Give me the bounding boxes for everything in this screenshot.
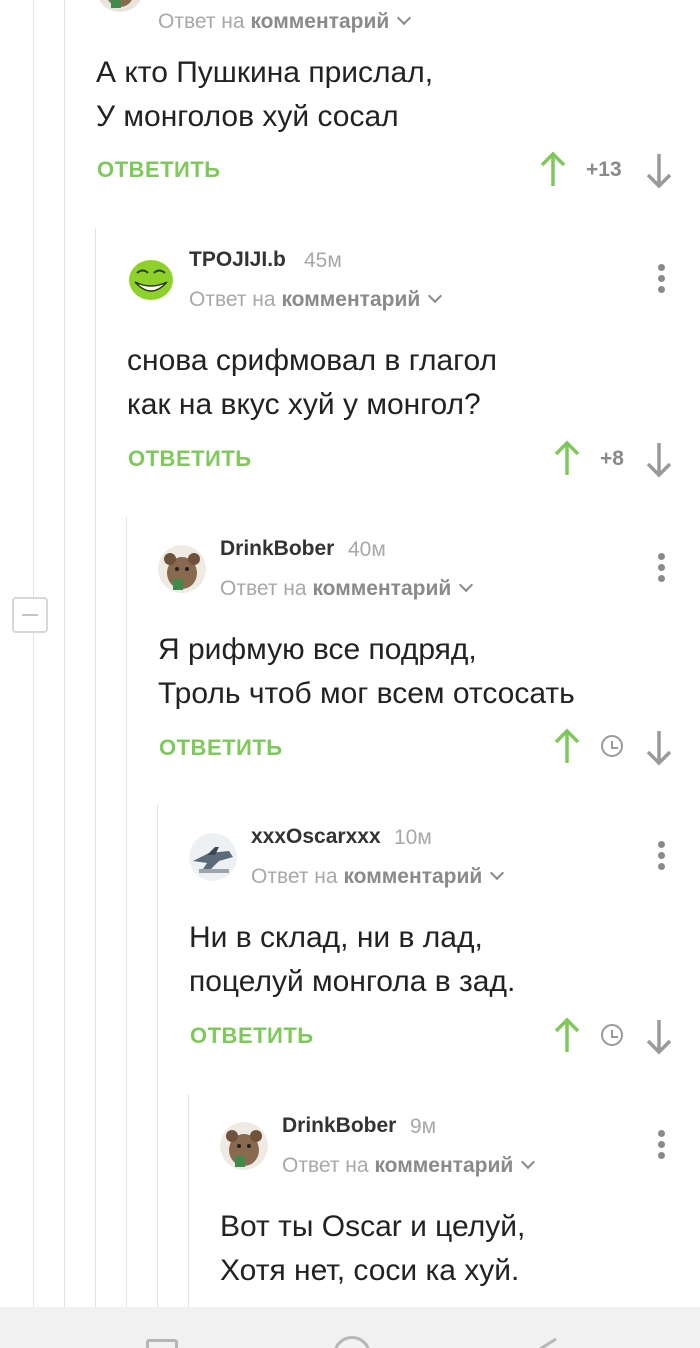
comment-line: как на вкус хуй у монгол? <box>127 388 481 421</box>
reply-to-label: Ответ на комментарий <box>220 577 474 601</box>
arrow-up-icon[interactable] <box>552 439 582 479</box>
comment-time: 45м <box>304 249 342 272</box>
arrow-up-icon[interactable] <box>552 1016 582 1056</box>
comment-line: У монголов хуй сосал <box>96 100 399 133</box>
reply-button[interactable]: ОТВЕТИТЬ <box>97 157 221 183</box>
more-vertical-icon[interactable] <box>658 1130 666 1163</box>
username[interactable]: DrinkBober <box>282 1114 396 1138</box>
comment-text: А кто Пушкина прислал, У монголов хуй со… <box>96 51 433 139</box>
chevron-down-icon[interactable] <box>459 577 474 593</box>
comment-text: Вот ты Oscar и целуй, Хотя нет, соси ка … <box>220 1205 525 1293</box>
thread-line <box>188 1094 189 1308</box>
chevron-down-icon[interactable] <box>490 865 505 881</box>
thread-line <box>33 633 34 1308</box>
chevron-down-icon[interactable] <box>397 10 412 26</box>
comment-time: 10м <box>394 826 432 849</box>
chevron-down-icon[interactable] <box>521 1154 536 1170</box>
reply-button[interactable]: ОТВЕТИТЬ <box>159 735 283 761</box>
comment-line: снова срифмовал в глагол <box>127 344 497 377</box>
comment-header: DrinkBober 9м Ответ на комментарий <box>220 1114 680 1194</box>
reply-target-link[interactable]: комментарий <box>343 865 482 888</box>
reply-prefix: Ответ на <box>189 288 276 311</box>
recent-apps-icon[interactable] <box>146 1339 178 1348</box>
comment-line: Хотя нет, соси ка хуй. <box>220 1254 520 1287</box>
thread-line <box>157 805 158 1308</box>
back-icon[interactable] <box>528 1336 560 1348</box>
avatar[interactable] <box>220 1122 268 1170</box>
reply-button[interactable]: ОТВЕТИТЬ <box>190 1023 314 1049</box>
reply-prefix: Ответ на <box>158 10 245 33</box>
comment-line: Троль чтоб мог всем отсосать <box>158 677 575 710</box>
avatar[interactable] <box>189 833 237 881</box>
comment-text: снова срифмовал в глагол как на вкус хуй… <box>127 339 497 427</box>
arrow-up-icon[interactable] <box>538 150 568 190</box>
avatar[interactable] <box>96 0 144 12</box>
avatar[interactable] <box>127 256 175 304</box>
comment-time: 40м <box>348 538 386 561</box>
comment-line: Ни в склад, ни в лад, <box>189 921 483 954</box>
thread-line <box>95 228 96 1308</box>
collapse-thread-button[interactable] <box>12 597 48 633</box>
more-vertical-icon[interactable] <box>658 553 666 586</box>
comment-header: TPOJIJI.b 45м Ответ на комментарий <box>127 248 687 328</box>
arrow-up-icon[interactable] <box>552 727 582 767</box>
reply-prefix: Ответ на <box>282 1154 369 1177</box>
chevron-down-icon[interactable] <box>428 288 443 304</box>
thread-line <box>126 517 127 1308</box>
comment-time: 9м <box>410 1115 437 1138</box>
comment-line: Я рифмую все подряд, <box>158 633 477 666</box>
home-icon[interactable] <box>333 1336 371 1348</box>
more-vertical-icon[interactable] <box>658 841 666 874</box>
arrow-down-icon[interactable] <box>644 727 674 767</box>
arrow-down-icon[interactable] <box>644 1016 674 1056</box>
reply-prefix: Ответ на <box>251 865 338 888</box>
reply-button[interactable]: ОТВЕТИТЬ <box>128 446 252 472</box>
reply-to-label: Ответ на комментарий <box>158 10 412 34</box>
reply-target-link[interactable]: комментарий <box>312 577 451 600</box>
reply-to-label: Ответ на комментарий <box>282 1154 536 1178</box>
reply-to-label: Ответ на комментарий <box>251 865 505 889</box>
more-vertical-icon[interactable] <box>658 264 666 297</box>
avatar[interactable] <box>158 545 206 593</box>
reply-target-link[interactable]: комментарий <box>281 288 420 311</box>
reply-target-link[interactable]: комментарий <box>374 1154 513 1177</box>
score-value: +8 <box>600 447 624 470</box>
username[interactable]: DrinkBober <box>220 537 334 561</box>
arrow-down-icon[interactable] <box>644 439 674 479</box>
system-navigation-bar <box>0 1307 700 1348</box>
arrow-down-icon[interactable] <box>644 150 674 190</box>
comment-header: Ответ на комментарий <box>96 0 656 50</box>
thread-line <box>64 0 65 1308</box>
reply-target-link[interactable]: комментарий <box>250 10 389 33</box>
comment-text: Я рифмую все подряд, Троль чтоб мог всем… <box>158 628 575 716</box>
thread-line <box>33 0 34 597</box>
comment-header: DrinkBober 40м Ответ на комментарий <box>158 537 678 617</box>
comment-line: Вот ты Oscar и целуй, <box>220 1210 526 1243</box>
username[interactable]: xxxOscarxxx <box>251 825 381 849</box>
username[interactable]: TPOJIJI.b <box>189 248 286 272</box>
clock-icon <box>601 1024 623 1046</box>
clock-icon <box>601 735 623 757</box>
comment-line: А кто Пушкина прислал, <box>96 56 434 89</box>
comment-line: поцелуй монгола в зад. <box>189 965 516 998</box>
score-value: +13 <box>586 158 622 181</box>
comment-text: Ни в склад, ни в лад, поцелуй монгола в … <box>189 916 515 1004</box>
comment-header: xxxOscarxxx 10м Ответ на комментарий <box>189 825 679 905</box>
reply-prefix: Ответ на <box>220 577 307 600</box>
reply-to-label: Ответ на комментарий <box>189 288 443 312</box>
